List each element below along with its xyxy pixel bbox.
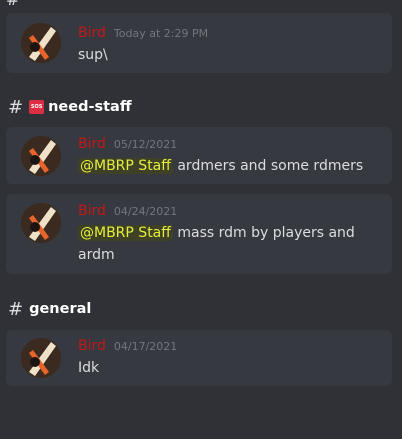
channel-header-general[interactable]: # general	[6, 298, 92, 320]
message-result[interactable]: Bird Today at 2:29 PM sup\	[6, 13, 392, 73]
channel-header-need-staff[interactable]: # SOS need-staff	[6, 96, 132, 118]
author-name[interactable]: Bird	[78, 136, 106, 152]
hash-icon: #	[6, 0, 19, 9]
message-result[interactable]: Bird 04/17/2021 Idk	[6, 330, 392, 386]
avatar[interactable]	[21, 338, 61, 378]
avatar[interactable]	[21, 136, 61, 176]
role-mention[interactable]: @MBRP Staff	[78, 225, 173, 241]
channel-name: general	[29, 301, 92, 317]
timestamp: 04/17/2021	[113, 340, 178, 353]
hash-icon: #	[8, 298, 24, 320]
author-name[interactable]: Bird	[78, 25, 106, 41]
channel-name: need-staff	[48, 99, 132, 115]
message-content: Idk	[78, 360, 100, 376]
timestamp: Today at 2:29 PM	[113, 27, 209, 40]
timestamp: 04/24/2021	[113, 205, 178, 218]
timestamp: 05/12/2021	[113, 138, 178, 151]
hash-icon: #	[8, 96, 24, 118]
message-content: sup\	[78, 47, 108, 63]
avatar[interactable]	[21, 203, 61, 243]
sos-icon: SOS	[29, 100, 45, 114]
search-results-panel: # Bird Today at 2:29 PM sup\ # SOS need-…	[0, 0, 402, 439]
message-content: @MBRP Staff mass rdm by players and ardm	[78, 222, 382, 266]
role-mention[interactable]: @MBRP Staff	[78, 158, 173, 174]
message-result[interactable]: Bird 05/12/2021 @MBRP Staff ardmers and …	[6, 127, 392, 184]
message-result[interactable]: Bird 04/24/2021 @MBRP Staff mass rdm by …	[6, 194, 392, 274]
avatar[interactable]	[21, 23, 61, 63]
author-name[interactable]: Bird	[78, 203, 106, 219]
clipped-channel-header: #	[6, 0, 19, 10]
author-name[interactable]: Bird	[78, 338, 106, 354]
message-content: @MBRP Staff ardmers and some rdmers	[78, 155, 382, 177]
message-text: ardmers and some rdmers	[172, 158, 364, 174]
